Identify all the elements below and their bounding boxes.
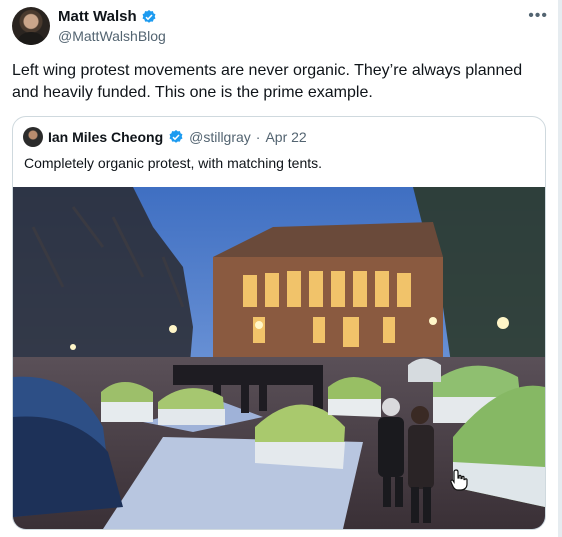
tweet-header: Matt Walsh @MattWalshBlog ••• xyxy=(12,7,548,47)
quoted-tweet-body: Completely organic protest, with matchin… xyxy=(24,155,323,171)
quoted-tweet-date[interactable]: Apr 22 xyxy=(265,129,306,145)
author-avatar[interactable] xyxy=(12,7,50,45)
quoted-tweet-card[interactable]: Ian Miles Cheong @stillgray · Apr 22 Com… xyxy=(12,116,546,530)
page-edge xyxy=(558,0,562,537)
hand-cursor-icon xyxy=(450,469,468,491)
quoted-author-handle[interactable]: @stillgray xyxy=(189,129,251,145)
verified-badge-icon xyxy=(141,9,157,25)
quoted-author-name[interactable]: Ian Miles Cheong xyxy=(48,129,163,145)
tweet-body: Left wing protest movements are never or… xyxy=(12,62,523,101)
author-display-name[interactable]: Matt Walsh xyxy=(58,8,137,25)
more-horizontal-icon[interactable]: ••• xyxy=(528,7,548,25)
quoted-tweet-header: Ian Miles Cheong @stillgray · Apr 22 xyxy=(23,127,307,147)
author-handle[interactable]: @MattWalshBlog xyxy=(58,28,166,44)
meta-separator: · xyxy=(255,129,261,145)
quoted-author-avatar[interactable] xyxy=(23,127,43,147)
verified-badge-icon xyxy=(168,129,184,145)
author-name-row: Matt Walsh xyxy=(58,8,157,25)
